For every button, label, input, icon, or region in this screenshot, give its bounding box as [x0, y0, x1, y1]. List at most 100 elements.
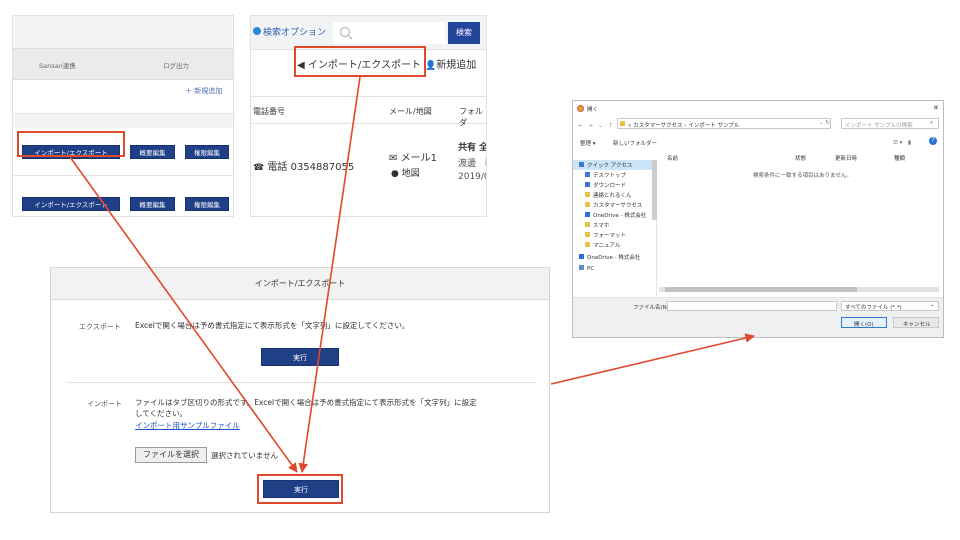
add-new-contact-button[interactable]: 👤新規追加	[425, 56, 476, 71]
empty-message: 検索条件に一致する項目はありません。	[753, 173, 852, 179]
refresh-icon[interactable]: ⌄ ↻	[819, 120, 830, 126]
export-label: エクスポート	[79, 323, 121, 331]
export-execute-button[interactable]: 実行	[261, 348, 339, 366]
phone-cell[interactable]: ☎ 電話 0354887055	[253, 158, 354, 173]
folder-line-2: 渡邊 昭	[458, 159, 486, 169]
cancel-button[interactable]: キャンセル	[893, 317, 939, 328]
nav-scrollbar[interactable]	[652, 160, 657, 220]
add-row: ＋ 新規追加	[13, 80, 233, 114]
filename-label: ファイル名(N):	[633, 305, 671, 311]
mail-icon: ✉	[389, 153, 398, 164]
highlight-import-export-button	[17, 131, 125, 157]
phone-icon: ☎	[253, 163, 265, 173]
h-scrollbar[interactable]	[659, 287, 939, 292]
folder-icon	[585, 212, 590, 217]
new-folder-button[interactable]: 新しいフォルダー	[613, 139, 657, 147]
filename-input[interactable]	[667, 301, 837, 311]
nav-item[interactable]: 連絡とれるくん	[585, 191, 632, 199]
col-name[interactable]: 名前	[667, 154, 678, 162]
divider	[67, 382, 537, 383]
col-folder: フォルダ	[459, 107, 483, 127]
organize-menu[interactable]: 整理 ▾	[580, 139, 596, 147]
add-new-link[interactable]: ＋ 新規追加	[185, 86, 222, 96]
nav-item[interactable]: スマホ	[585, 221, 609, 229]
nav-item[interactable]: ダウンロード	[585, 181, 626, 189]
admin-list-panel: Sansan連携 ログ出力 ＋ 新規追加 インポート/エクスポート 概要編集 権…	[12, 15, 234, 217]
sample-file-link[interactable]: インポート用サンプルファイル	[135, 420, 240, 431]
nav-item[interactable]: PC	[579, 265, 594, 272]
contact-table-header: 電話番号 メール/地図 フォルダ	[251, 96, 486, 127]
folder-icon	[585, 172, 590, 177]
filetype-select[interactable]: すべてのファイル (*.*) ⌄	[841, 301, 939, 311]
import-export-button-2[interactable]: インポート/エクスポート	[22, 197, 120, 211]
dialog-title: 開く	[587, 107, 599, 113]
import-export-title: インポート/エクスポート	[51, 268, 549, 300]
nav-item-label: スマホ	[593, 223, 610, 229]
view-options-icon[interactable]: ☰ ▾ ▮	[893, 138, 911, 146]
mail-cell[interactable]: ✉ メール1	[389, 149, 437, 164]
nav-item[interactable]: カスタマーサクセス	[585, 201, 642, 209]
help-icon[interactable]: ?	[929, 137, 937, 145]
summary-edit-button-1[interactable]: 概要編集	[130, 145, 175, 159]
close-icon[interactable]: ✕	[933, 104, 939, 112]
folder-icon	[585, 192, 590, 197]
folder-icon	[585, 232, 590, 237]
nav-item[interactable]: マニュアル	[585, 241, 620, 249]
col-phone: 電話番号	[253, 107, 285, 116]
col-log: ログ出力	[163, 62, 189, 70]
folder-icon	[585, 222, 590, 227]
map-pin-icon: ●	[391, 169, 399, 179]
search-button[interactable]: 検索	[448, 22, 480, 44]
search-options-link[interactable]: 検索オプション	[263, 25, 326, 38]
nav-item[interactable]: OneDrive - 株式会社	[579, 253, 640, 261]
nav-item-label: OneDrive - 株式会社	[593, 213, 647, 219]
perm-edit-button-2[interactable]: 権限編集	[185, 197, 229, 211]
col-date[interactable]: 更新日時	[835, 154, 857, 162]
map-cell[interactable]: ● 地図	[391, 166, 420, 179]
add-user-icon: 👤	[425, 61, 437, 71]
nav-item-label: OneDrive - 株式会社	[587, 255, 641, 261]
nav-arrows[interactable]: ← → ⌄ ↑	[578, 121, 613, 129]
folder-icon	[579, 162, 584, 167]
folder-icon	[585, 242, 590, 247]
dialog-search-input[interactable]: インポート サンプルの検索 ⌕	[841, 118, 939, 129]
nav-item-label: PC	[587, 266, 595, 272]
summary-edit-button-2[interactable]: 概要編集	[130, 197, 175, 211]
no-file-text: 選択されていません	[211, 451, 279, 460]
chevron-down-icon: ⌄	[930, 302, 935, 308]
file-open-dialog: 開く ✕ ← → ⌄ ↑ « カスタマーサクセス › インポート サンプル ⌄ …	[572, 100, 944, 338]
search-input[interactable]	[333, 22, 445, 44]
export-description: Excelで開く場合は予め書式指定にて表示形式を「文字列」に設定してください。	[135, 321, 410, 330]
nav-item[interactable]: OneDrive - 株式会社	[585, 211, 646, 219]
folder-icon	[585, 202, 590, 207]
folder-icon	[585, 182, 590, 187]
search-icon	[339, 26, 353, 40]
nav-item-label: カスタマーサクセス	[593, 203, 643, 209]
search-bar: 検索オプション 検索	[251, 16, 486, 50]
nav-item[interactable]: デスクトップ	[585, 171, 626, 179]
nav-item-label: デスクトップ	[593, 173, 627, 179]
import-description-1: ファイルはタブ区切りの形式です。Excelで開く場合は予め書式指定にて表示形式を…	[135, 398, 477, 407]
address-bar[interactable]: « カスタマーサクセス › インポート サンプル	[617, 118, 831, 129]
folder-icon	[579, 265, 584, 270]
chrome-icon	[577, 105, 584, 112]
search-icon: ⌕	[930, 120, 934, 126]
open-button[interactable]: 開く(O)	[841, 317, 887, 328]
col-status[interactable]: 状態	[795, 154, 806, 162]
folder-icon	[579, 254, 584, 259]
folder-line-3: 2019/0	[458, 172, 487, 182]
perm-edit-button-1[interactable]: 権限編集	[185, 145, 229, 159]
import-label: インポート	[87, 400, 122, 408]
nav-item-label: ダウンロード	[593, 183, 627, 189]
admin-list-header: Sansan連携 ログ出力	[13, 48, 233, 80]
choose-file-button[interactable]: ファイルを選択	[135, 447, 207, 463]
nav-item-label: クイック アクセス	[587, 163, 633, 169]
dialog-footer: ファイル名(N): すべてのファイル (*.*) ⌄ 開く(O) キャンセル	[573, 297, 943, 337]
import-description-2: してください。	[135, 409, 188, 418]
nav-item[interactable]: クイック アクセス	[579, 161, 632, 169]
nav-item-label: 連絡とれるくん	[593, 193, 632, 199]
folder-line-1: 共有 全	[458, 143, 487, 153]
col-mail-map: メール/地図	[389, 107, 432, 116]
nav-item[interactable]: フォーマット	[585, 231, 626, 239]
col-type[interactable]: 種類	[894, 154, 905, 162]
